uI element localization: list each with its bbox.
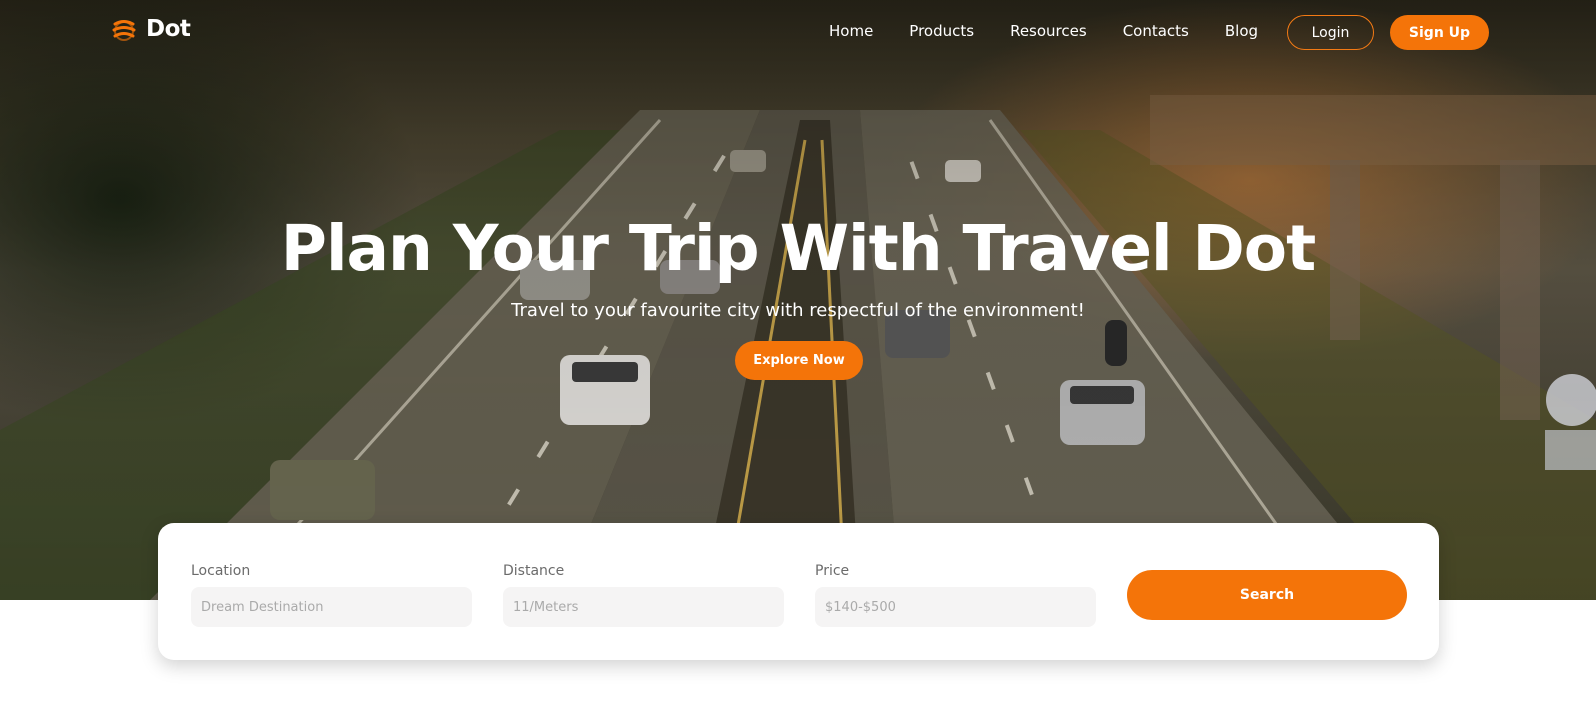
price-field-group: Price [815,563,1096,627]
login-button[interactable]: Login [1287,15,1374,50]
trip-search-card: Location Distance Price Search [158,523,1439,660]
nav-link-blog[interactable]: Blog [1225,22,1258,40]
price-input[interactable] [815,587,1096,627]
globe-logo-icon [110,15,138,43]
hero-subtitle: Travel to your favourite city with respe… [511,300,1085,321]
search-button[interactable]: Search [1127,570,1407,620]
brand-logo[interactable]: Dot [110,15,191,43]
location-input[interactable] [191,587,472,627]
distance-input[interactable] [503,587,784,627]
hero-title: Plan Your Trip With Travel Dot [280,212,1316,285]
distance-field-group: Distance [503,563,784,627]
location-label: Location [191,563,251,579]
explore-now-button[interactable]: Explore Now [735,341,863,380]
top-navigation: Dot Home Products Resources Contacts Blo… [0,0,1596,66]
price-label: Price [815,563,850,579]
distance-label: Distance [503,563,565,579]
nav-link-resources[interactable]: Resources [1010,22,1087,40]
brand-name: Dot [146,16,191,42]
signup-button[interactable]: Sign Up [1390,15,1489,50]
main-menu: Home Products Resources Contacts Blog [829,22,1294,40]
nav-link-home[interactable]: Home [829,22,873,40]
nav-link-products[interactable]: Products [909,22,974,40]
location-field-group: Location [191,563,472,627]
nav-link-contacts[interactable]: Contacts [1123,22,1189,40]
